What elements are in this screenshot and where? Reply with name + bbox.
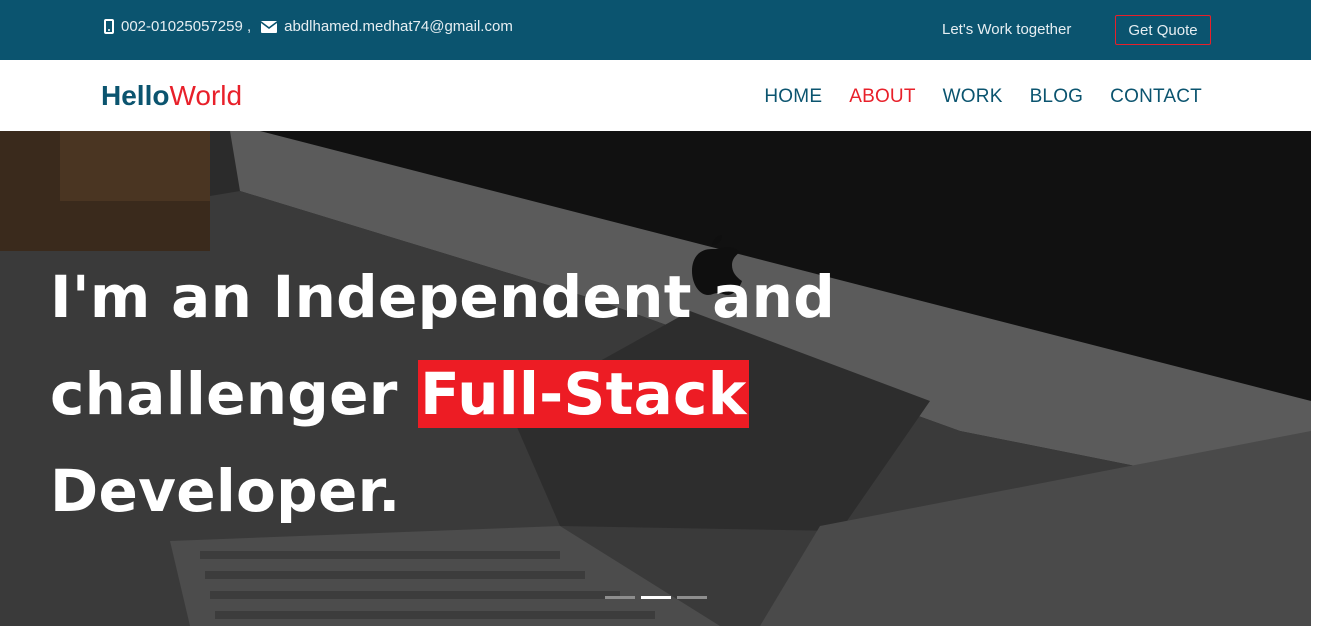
hero-slider: I'm an Independent and challenger Full-S… xyxy=(0,131,1311,626)
hero-line-3: Developer. xyxy=(50,457,401,525)
nav-item-home[interactable]: HOME xyxy=(764,86,822,108)
hero-line-2-text: challenger xyxy=(50,360,419,428)
nav-item-blog[interactable]: BLOG xyxy=(1030,86,1084,108)
work-together-text: Let's Work together xyxy=(942,21,1072,38)
slide-indicator-2[interactable] xyxy=(641,596,671,599)
nav-item-work[interactable]: WORK xyxy=(943,86,1003,108)
envelope-icon xyxy=(261,20,278,33)
site-logo[interactable]: HelloWorld xyxy=(101,80,242,112)
phone-number: 002-01025057259 , xyxy=(121,18,252,35)
top-bar: 002-01025057259 , abdlhamed.medhat74@gma… xyxy=(0,0,1311,60)
nav-item-about[interactable]: ABOUT xyxy=(849,86,915,108)
hero-headline: I'm an Independent and challenger Full-S… xyxy=(50,249,835,540)
get-quote-button[interactable]: Get Quote xyxy=(1115,15,1211,45)
slide-indicator-3[interactable] xyxy=(677,596,707,599)
slide-indicator-1[interactable] xyxy=(605,596,635,599)
hero-line-2: challenger Full-Stack xyxy=(50,346,835,443)
main-navbar: HelloWorld HOME ABOUT WORK BLOG CONTACT xyxy=(0,60,1311,131)
mobile-phone-icon xyxy=(104,19,114,34)
email-address: abdlhamed.medhat74@gmail.com xyxy=(284,18,513,35)
slider-indicators xyxy=(605,596,707,599)
nav-menu: HOME ABOUT WORK BLOG CONTACT xyxy=(764,86,1202,108)
hero-line-1: I'm an Independent and xyxy=(50,263,836,331)
contact-info: 002-01025057259 , abdlhamed.medhat74@gma… xyxy=(104,18,513,35)
logo-world: World xyxy=(169,80,243,111)
nav-item-contact[interactable]: CONTACT xyxy=(1110,86,1202,108)
logo-hello: Hello xyxy=(101,80,170,111)
hero-highlight-full-stack: Full-Stack xyxy=(418,360,749,428)
